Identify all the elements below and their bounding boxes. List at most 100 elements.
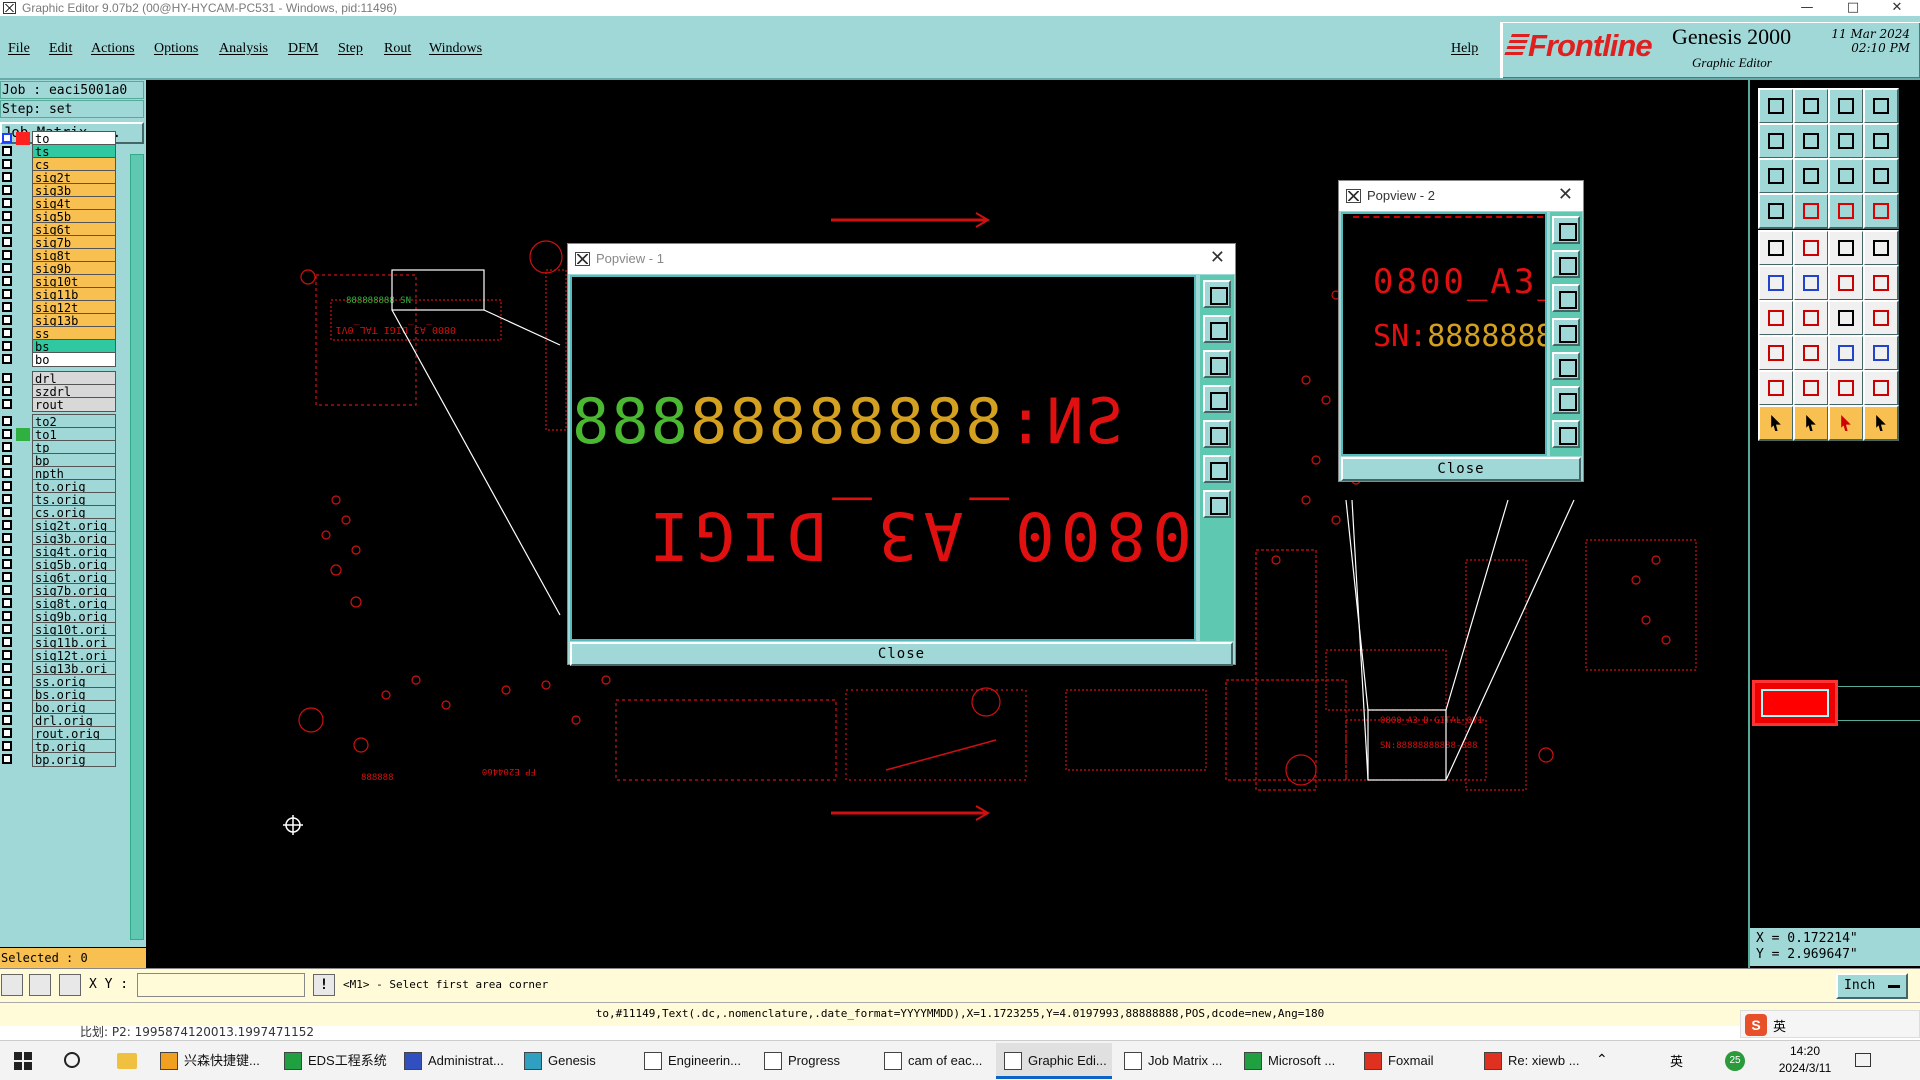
popview-pan-right-icon[interactable] <box>1552 352 1580 380</box>
taskbar-item-4[interactable]: Engineerin... <box>636 1043 752 1079</box>
tool-arc-icon[interactable] <box>1828 300 1864 336</box>
popview-zoom-out-icon[interactable] <box>1203 350 1231 378</box>
layer-checkbox[interactable] <box>2 429 12 439</box>
tool-triangle-icon[interactable] <box>1758 370 1794 406</box>
tool-cursor3-icon[interactable] <box>1828 405 1864 441</box>
tool-triangle2-icon[interactable] <box>1793 370 1829 406</box>
layer-name[interactable]: rout <box>32 397 116 412</box>
menu-dfm[interactable]: DFM <box>288 41 318 57</box>
menu-edit[interactable]: Edit <box>49 41 72 57</box>
tool-copy-icon[interactable] <box>1828 335 1864 371</box>
layer-checkbox[interactable] <box>2 624 12 634</box>
layer-checkbox[interactable] <box>2 146 12 156</box>
layer-checkbox[interactable] <box>2 702 12 712</box>
tool-move-icon[interactable] <box>1758 335 1794 371</box>
grid-icon[interactable] <box>59 974 81 996</box>
layer-checkbox[interactable] <box>2 250 12 260</box>
layer-checkbox[interactable] <box>2 520 12 530</box>
units-select[interactable]: Inch <box>1836 973 1908 999</box>
file-explorer-icon[interactable] <box>117 1053 137 1069</box>
layer-checkbox[interactable] <box>2 315 12 325</box>
tool-minus-icon[interactable] <box>1793 335 1829 371</box>
tool-ratio-icon[interactable] <box>1828 158 1864 194</box>
tool-angle-icon[interactable] <box>1758 300 1794 336</box>
layer-checkbox[interactable] <box>2 533 12 543</box>
layer-checkbox[interactable] <box>2 650 12 660</box>
snap-measure-icon[interactable] <box>29 974 51 996</box>
menu-analysis[interactable]: Analysis <box>219 41 268 57</box>
layer-checkbox[interactable] <box>2 741 12 751</box>
tool-pan-left-icon[interactable] <box>1758 123 1794 159</box>
layer-name[interactable]: bp.orig <box>32 752 116 767</box>
warning-icon[interactable]: ! <box>313 974 335 996</box>
tool-help-icon[interactable] <box>1863 158 1899 194</box>
layer-checkbox[interactable] <box>2 728 12 738</box>
tool-net-icon[interactable] <box>1758 265 1794 301</box>
taskbar-item-3[interactable]: Genesis <box>516 1043 632 1079</box>
tool-cross-icon[interactable] <box>1793 265 1829 301</box>
taskbar-item-11[interactable]: Re: xiewb ... <box>1476 1043 1592 1079</box>
layer-row-rout[interactable]: rout <box>0 397 118 412</box>
popview-2-close-icon[interactable]: ✕ <box>1558 184 1573 206</box>
graphic-canvas[interactable]: 888888888 SN 0800_A3_DIGI TAL_0V1 0800_A… <box>146 80 1748 968</box>
tray-lang[interactable]: 英 <box>1670 1051 1683 1070</box>
layer-checkbox[interactable] <box>2 663 12 673</box>
layer-scrollbar[interactable] <box>130 154 144 940</box>
layer-checkbox[interactable] <box>2 237 12 247</box>
popview-fit-icon[interactable] <box>1552 386 1580 414</box>
tool-zoom-back-icon[interactable] <box>1828 123 1864 159</box>
tool-cursor4-icon[interactable] <box>1863 405 1899 441</box>
layer-checkbox[interactable] <box>2 399 12 409</box>
taskbar-item-9[interactable]: Microsoft ... <box>1236 1043 1352 1079</box>
menu-help[interactable]: Help <box>1451 41 1478 57</box>
popview-1-close-button[interactable]: Close <box>570 642 1233 666</box>
menu-windows[interactable]: Windows <box>429 41 482 57</box>
start-icon[interactable] <box>14 1052 32 1070</box>
layer-row-bo[interactable]: bo <box>0 352 118 367</box>
taskbar-item-6[interactable]: cam of eac... <box>876 1043 992 1079</box>
popview-1-viewport[interactable]: 88888888888SN: 0800_A3_DIGI <box>570 275 1196 641</box>
search-icon[interactable] <box>64 1052 80 1068</box>
layer-checkbox[interactable] <box>2 302 12 312</box>
layer-checkbox[interactable] <box>2 468 12 478</box>
layer-checkbox[interactable] <box>2 263 12 273</box>
tool-pan-right-icon[interactable] <box>1793 123 1829 159</box>
popview-pan-left-icon[interactable] <box>1203 385 1231 413</box>
menu-file[interactable]: File <box>8 41 30 57</box>
taskbar-item-5[interactable]: Progress <box>756 1043 872 1079</box>
layer-checkbox[interactable] <box>2 715 12 725</box>
menu-options[interactable]: Options <box>154 41 198 57</box>
tool-snap2-icon[interactable] <box>1863 193 1899 229</box>
menu-step[interactable]: Step <box>338 41 363 57</box>
layer-checkbox[interactable] <box>2 133 12 143</box>
popview-center-icon[interactable] <box>1203 490 1231 518</box>
popview-2-viewport[interactable]: 0800_A3_DI SN:88888888 <box>1341 212 1547 456</box>
ime-mode[interactable]: 英 <box>1773 1016 1786 1035</box>
maximize-icon[interactable]: □ <box>1830 0 1876 16</box>
layer-name[interactable]: bo <box>32 352 116 367</box>
taskbar-item-8[interactable]: Job Matrix ... <box>1116 1043 1232 1079</box>
layer-checkbox[interactable] <box>2 172 12 182</box>
layer-checkbox[interactable] <box>2 455 12 465</box>
popview-2-close-button[interactable]: Close <box>1341 457 1581 481</box>
layer-checkbox[interactable] <box>2 689 12 699</box>
popview-zoom-in-icon[interactable] <box>1203 315 1231 343</box>
tool-layout-icon[interactable] <box>1863 88 1899 124</box>
layer-checkbox[interactable] <box>2 754 12 764</box>
layer-checkbox[interactable] <box>2 185 12 195</box>
tool-cursor-icon[interactable] <box>1758 405 1794 441</box>
layer-checkbox[interactable] <box>2 386 12 396</box>
layer-checkbox[interactable] <box>2 341 12 351</box>
taskbar-item-1[interactable]: EDS工程系统 <box>276 1043 392 1079</box>
tool-triangle4-icon[interactable] <box>1863 370 1899 406</box>
tool-snap-icon[interactable] <box>1828 193 1864 229</box>
menu-actions[interactable]: Actions <box>91 41 135 57</box>
layer-checkbox[interactable] <box>2 481 12 491</box>
tool-text-icon[interactable] <box>1863 300 1899 336</box>
tool-fit-icon[interactable] <box>1758 158 1794 194</box>
layer-checkbox[interactable] <box>2 442 12 452</box>
layer-checkbox[interactable] <box>2 585 12 595</box>
layer-checkbox[interactable] <box>2 289 12 299</box>
taskbar-item-10[interactable]: Foxmail <box>1356 1043 1472 1079</box>
tool-select-icon[interactable] <box>1758 230 1794 266</box>
